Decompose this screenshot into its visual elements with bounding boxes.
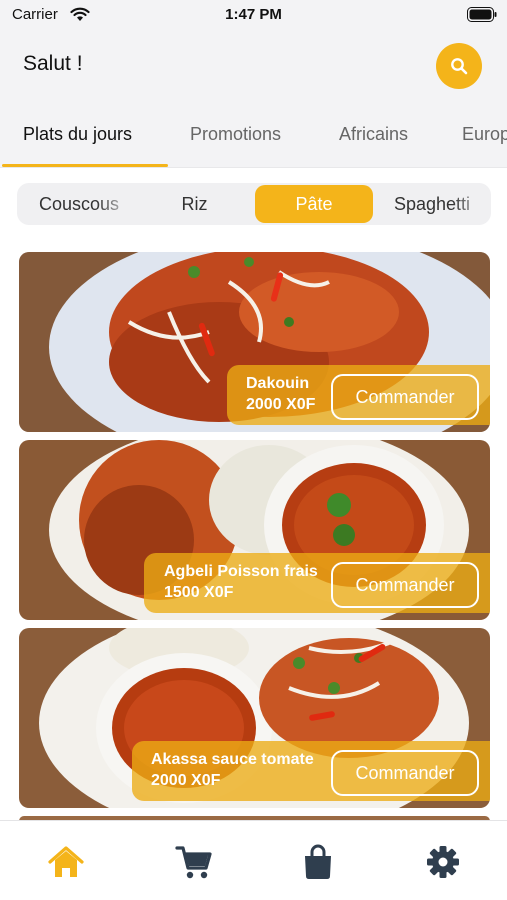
home-icon[interactable] <box>47 843 85 881</box>
search-button[interactable] <box>436 43 482 89</box>
tab-plats-du-jours[interactable]: Plats du jours <box>23 124 132 145</box>
dish-name: Dakouin <box>246 375 310 392</box>
dish-card[interactable]: Akassa sauce tomate 2000 X0F Commander <box>19 628 490 808</box>
dish-price: 2000 X0F <box>151 772 221 789</box>
dish-price: 1500 X0F <box>164 584 234 601</box>
bag-icon[interactable] <box>299 843 337 881</box>
app-header: Salut ! <box>0 30 507 100</box>
order-button[interactable]: Commander <box>331 562 479 608</box>
dish-name: Akassa sauce tomate <box>151 751 314 768</box>
active-tab-indicator <box>2 164 168 167</box>
battery-icon <box>467 7 497 22</box>
category-tabs: Plats du jours Promotions Africains Euro… <box>0 100 507 168</box>
order-button[interactable]: Commander <box>331 374 479 420</box>
dish-card[interactable]: Agbeli Poisson frais 1500 X0F Commander <box>19 440 490 620</box>
subtab-spaghetti[interactable]: Spaghetti <box>381 183 491 225</box>
subtab-couscous[interactable]: Couscous <box>25 183 135 225</box>
tab-europeens[interactable]: Europ <box>462 124 507 145</box>
bottom-tab-bar <box>0 820 507 900</box>
dish-card[interactable]: Dakouin 2000 X0F Commander <box>19 252 490 432</box>
greeting-title: Salut ! <box>23 52 83 75</box>
tab-africains[interactable]: Africains <box>339 124 408 145</box>
dish-name: Agbeli Poisson frais <box>164 563 318 580</box>
subtab-riz[interactable]: Riz <box>142 183 247 225</box>
dish-type-segmented-control: Couscous Riz Pâte Spaghetti <box>17 183 491 225</box>
search-icon <box>451 58 468 75</box>
cart-icon[interactable] <box>175 843 213 881</box>
status-time: 1:47 PM <box>225 6 282 23</box>
tab-promotions[interactable]: Promotions <box>190 124 281 145</box>
order-button[interactable]: Commander <box>331 750 479 796</box>
subtab-pate[interactable]: Pâte <box>255 185 373 223</box>
dish-price: 2000 X0F <box>246 396 316 413</box>
status-bar: Carrier 1:47 PM <box>0 0 507 30</box>
gear-icon[interactable] <box>424 843 462 881</box>
